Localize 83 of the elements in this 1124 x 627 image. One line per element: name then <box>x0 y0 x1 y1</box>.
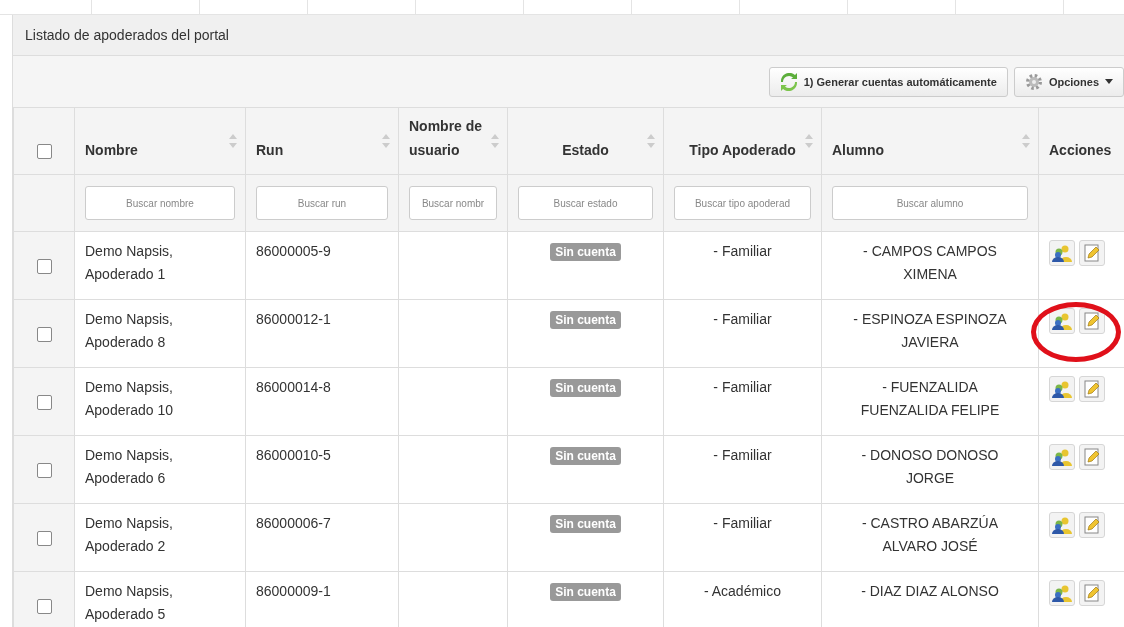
table-cell: - DIAZ DIAZ ALONSO <box>861 583 999 599</box>
sort-icon <box>229 134 237 148</box>
search-field[interactable]: Buscar alumno <box>832 186 1028 220</box>
table-cell: - FUENZALIDA FUENZALIDA FELIPE <box>860 379 1000 418</box>
edit-icon <box>1083 448 1101 466</box>
checkbox[interactable] <box>36 326 52 342</box>
status-badge: Sin cuenta <box>550 379 621 397</box>
settings-icon <box>1024 72 1043 91</box>
table-cell: 86000010-5 <box>256 447 331 463</box>
users-button[interactable] <box>1049 444 1075 470</box>
status-badge: Sin cuenta <box>550 311 621 329</box>
edit-button[interactable] <box>1079 376 1105 402</box>
edit-button[interactable] <box>1079 444 1105 470</box>
table-cell: - Familiar <box>713 447 772 463</box>
users-button[interactable] <box>1049 308 1075 334</box>
table-cell: 86000009-1 <box>256 583 331 599</box>
table-cell: Demo Napsis, Apoderado 10 <box>85 379 173 418</box>
checkbox[interactable] <box>36 258 52 274</box>
options-button[interactable]: Opciones <box>1013 66 1124 97</box>
table-cell: - Familiar <box>713 515 772 531</box>
edit-icon <box>1083 584 1101 602</box>
sort-icon <box>805 134 813 148</box>
edit-button[interactable] <box>1079 308 1105 334</box>
refresh-icon <box>779 72 798 91</box>
search-field[interactable]: Buscar tipo apoderad <box>674 186 811 220</box>
column-header[interactable]: Alumno <box>832 138 885 162</box>
table-cell: - Familiar <box>713 379 772 395</box>
search-field[interactable]: Buscar run <box>256 186 388 220</box>
users-icon <box>1052 244 1072 262</box>
checkbox[interactable] <box>36 394 52 410</box>
sort-icon <box>491 134 499 148</box>
checkbox[interactable] <box>36 530 52 546</box>
table-cell: 86000005-9 <box>256 243 331 259</box>
users-button[interactable] <box>1049 580 1075 606</box>
table-cell: - Familiar <box>713 243 772 259</box>
table-cell: Demo Napsis, Apoderado 8 <box>85 311 173 350</box>
status-badge: Sin cuenta <box>550 243 621 261</box>
edit-button[interactable] <box>1079 240 1105 266</box>
table-cell: Demo Napsis, Apoderado 1 <box>85 243 173 282</box>
status-badge: Sin cuenta <box>550 447 621 465</box>
users-button[interactable] <box>1049 240 1075 266</box>
status-badge: Sin cuenta <box>550 583 621 601</box>
users-button[interactable] <box>1049 512 1075 538</box>
checkbox[interactable] <box>36 462 52 478</box>
table-cell: 86000012-1 <box>256 311 331 327</box>
checkbox[interactable] <box>36 598 52 614</box>
status-badge: Sin cuenta <box>550 515 621 533</box>
column-header[interactable]: Estado <box>562 138 609 162</box>
table-cell: Demo Napsis, Apoderado 5 <box>85 583 173 622</box>
sort-icon <box>382 134 390 148</box>
table-cell: - CAMPOS CAMPOS XIMENA <box>863 243 997 282</box>
search-field[interactable]: Buscar nombr <box>409 186 497 220</box>
checkbox[interactable] <box>36 143 52 159</box>
table-cell: - ESPINOZA ESPINOZA JAVIERA <box>853 311 1007 350</box>
table-cell: Demo Napsis, Apoderado 2 <box>85 515 173 554</box>
sort-icon <box>647 134 655 148</box>
users-icon <box>1052 584 1072 602</box>
edit-icon <box>1083 244 1101 262</box>
table-cell: Demo Napsis, Apoderado 6 <box>85 447 173 486</box>
edit-icon <box>1083 516 1101 534</box>
table-cell: - Familiar <box>713 311 772 327</box>
users-icon <box>1052 516 1072 534</box>
table-cell: 86000006-7 <box>256 515 331 531</box>
edit-icon <box>1083 380 1101 398</box>
users-button[interactable] <box>1049 376 1075 402</box>
users-icon <box>1052 380 1072 398</box>
users-icon <box>1052 448 1072 466</box>
panel-title: Listado de apoderados del portal <box>25 27 229 43</box>
edit-button[interactable] <box>1079 580 1105 606</box>
edit-icon <box>1083 312 1101 330</box>
column-header[interactable]: Nombre <box>85 138 138 162</box>
table-cell: - Académico <box>703 583 781 599</box>
caret-icon <box>1105 79 1113 84</box>
sort-icon <box>1022 134 1030 148</box>
column-header[interactable]: Run <box>256 138 284 162</box>
search-field[interactable]: Buscar estado <box>518 186 653 220</box>
edit-button[interactable] <box>1079 512 1105 538</box>
generate-button[interactable]: 1) Generar cuentas automáticamente <box>768 66 1008 97</box>
table-cell: - CASTRO ABARZÚA ALVARO JOSÉ <box>861 515 999 554</box>
table-cell: 86000014-8 <box>256 379 331 395</box>
users-icon <box>1052 312 1072 330</box>
search-field[interactable]: Buscar nombre <box>85 186 235 220</box>
table-cell: - DONOSO DONOSO JORGE <box>861 447 999 486</box>
